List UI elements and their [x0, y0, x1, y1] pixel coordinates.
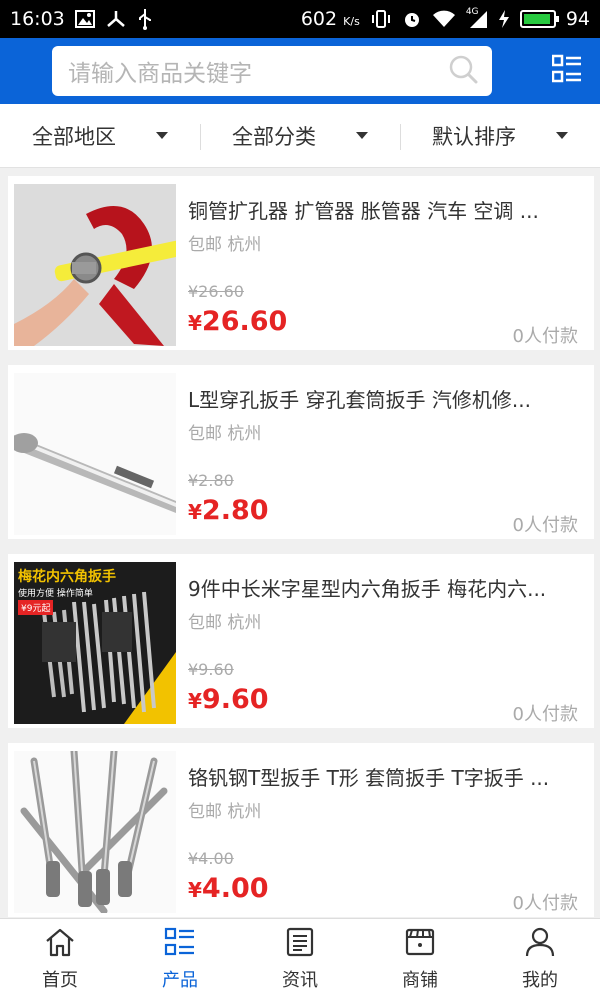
- filter-sort-label: 默认排序: [432, 124, 516, 149]
- product-old-price: ¥9.60: [188, 660, 234, 679]
- caret-down-icon: [156, 132, 168, 139]
- product-old-price: ¥2.80: [188, 471, 234, 490]
- network-speed-value: 602: [300, 8, 338, 30]
- product-old-price: ¥26.60: [188, 282, 244, 301]
- nav-news-label: 资讯: [282, 970, 318, 991]
- image-icon: [74, 10, 95, 28]
- caret-down-icon: [356, 132, 368, 139]
- product-price: ¥26.60: [188, 306, 287, 337]
- product-image: [14, 373, 176, 535]
- product-location: 包邮 杭州: [188, 802, 262, 822]
- product-price: ¥4.00: [188, 873, 269, 904]
- product-image: [14, 751, 176, 913]
- status-time: 16:03: [10, 8, 65, 30]
- vibrate-icon: [370, 9, 392, 29]
- filter-region-label: 全部地区: [32, 124, 116, 149]
- currency-symbol: ¥: [188, 311, 202, 335]
- product-price: ¥9.60: [188, 684, 269, 715]
- nav-products[interactable]: 产品: [120, 919, 240, 1000]
- nav-me[interactable]: 我的: [480, 919, 600, 1000]
- nav-home[interactable]: 首页: [0, 919, 120, 1000]
- header: 请输入商品关键字: [0, 38, 600, 104]
- usb-icon: [137, 8, 153, 30]
- product-sold-count: 0人付款: [512, 893, 578, 914]
- product-price-value: 9.60: [201, 684, 269, 715]
- currency-symbol: ¥: [188, 689, 202, 713]
- battery-percent: 94: [565, 8, 590, 30]
- image-subtitle: 使用方便 操作简单: [18, 589, 93, 599]
- search-input[interactable]: 请输入商品关键字: [52, 46, 492, 96]
- product-image: [14, 184, 176, 346]
- menu-button[interactable]: [550, 54, 584, 88]
- filter-bar: 全部地区 全部分类 默认排序: [0, 104, 600, 168]
- product-sold-count: 0人付款: [512, 326, 578, 347]
- search-placeholder: 请输入商品关键字: [68, 61, 252, 87]
- image-headline: 梅花内六角扳手: [18, 569, 116, 585]
- status-left: 16:03: [10, 8, 153, 30]
- product-title[interactable]: 铬钒钢T型扳手 T形 套筒扳手 T字扳手 ...: [188, 765, 578, 791]
- product-info: 9件中长米字星型内六角扳手 梅花内六... 包邮 杭州 ¥9.60 ¥9.60 …: [176, 562, 588, 725]
- nav-shop-label: 商铺: [402, 970, 438, 991]
- product-price: ¥2.80: [188, 495, 269, 526]
- product-sold-count: 0人付款: [512, 704, 578, 725]
- filter-sort[interactable]: 默认排序: [400, 104, 600, 167]
- nav-home-label: 首页: [42, 970, 78, 991]
- product-price-value: 4.00: [201, 873, 269, 904]
- nav-shop[interactable]: 商铺: [360, 919, 480, 1000]
- product-info: 铜管扩孔器 扩管器 胀管器 汽车 空调 ... 包邮 杭州 ¥26.60 ¥26…: [176, 184, 588, 347]
- product-old-price: ¥4.00: [188, 849, 234, 868]
- network-speed-unit: K/s: [343, 15, 360, 28]
- charging-icon: [498, 9, 510, 29]
- wifi-icon: [432, 10, 456, 28]
- caret-down-icon: [556, 132, 568, 139]
- product-image: 梅花内六角扳手 使用方便 操作简单 ¥9元起: [14, 562, 176, 724]
- product-card[interactable]: 铬钒钢T型扳手 T形 套筒扳手 T字扳手 ... 包邮 杭州 ¥4.00 ¥4.…: [8, 743, 594, 917]
- search-icon[interactable]: [448, 54, 478, 88]
- network-speed: 602 K/s: [301, 8, 360, 30]
- product-card[interactable]: 梅花内六角扳手 使用方便 操作简单 ¥9元起 9件中长米字星型内六角扳手 梅花内…: [8, 554, 594, 728]
- currency-symbol: ¥: [188, 878, 202, 902]
- product-price-value: 26.60: [201, 306, 288, 337]
- battery-icon: [519, 10, 559, 28]
- product-info: 铬钒钢T型扳手 T形 套筒扳手 T字扳手 ... 包邮 杭州 ¥4.00 ¥4.…: [176, 751, 588, 914]
- home-icon: [44, 927, 76, 962]
- product-price-value: 2.80: [201, 495, 269, 526]
- filter-category[interactable]: 全部分类: [200, 104, 400, 167]
- product-location: 包邮 杭州: [188, 235, 262, 255]
- alarm-icon: [402, 9, 422, 29]
- shop-icon: [404, 927, 436, 962]
- battery-level: [523, 14, 551, 24]
- share-icon: [105, 9, 127, 29]
- status-bar: 16:03 602 K/s 4G 94: [0, 0, 600, 38]
- product-location: 包邮 杭州: [188, 613, 262, 633]
- list-menu-icon: [551, 54, 582, 88]
- network-type: 4G: [465, 7, 479, 17]
- image-badge: ¥9元起: [18, 600, 54, 615]
- bottom-nav: 首页 产品 资讯 商铺 我的: [0, 918, 600, 1000]
- currency-symbol: ¥: [188, 500, 202, 524]
- signal-icon: 4G: [465, 7, 488, 29]
- nav-products-label: 产品: [162, 970, 198, 991]
- filter-region[interactable]: 全部地区: [0, 104, 200, 167]
- product-title[interactable]: L型穿孔扳手 穿孔套筒扳手 汽修机修...: [188, 387, 578, 413]
- product-location: 包邮 杭州: [188, 424, 262, 444]
- product-card[interactable]: 铜管扩孔器 扩管器 胀管器 汽车 空调 ... 包邮 杭州 ¥26.60 ¥26…: [8, 176, 594, 350]
- nav-me-label: 我的: [522, 970, 558, 991]
- product-list-icon: [164, 927, 196, 962]
- product-title[interactable]: 铜管扩孔器 扩管器 胀管器 汽车 空调 ...: [188, 198, 578, 224]
- nav-news[interactable]: 资讯: [240, 919, 360, 1000]
- product-sold-count: 0人付款: [512, 515, 578, 536]
- product-title[interactable]: 9件中长米字星型内六角扳手 梅花内六...: [188, 576, 578, 602]
- filter-category-label: 全部分类: [232, 124, 316, 149]
- product-info: L型穿孔扳手 穿孔套筒扳手 汽修机修... 包邮 杭州 ¥2.80 ¥2.80 …: [176, 373, 588, 536]
- news-icon: [284, 927, 316, 962]
- product-card[interactable]: L型穿孔扳手 穿孔套筒扳手 汽修机修... 包邮 杭州 ¥2.80 ¥2.80 …: [8, 365, 594, 539]
- status-right: 602 K/s 4G 94: [301, 7, 590, 30]
- user-icon: [524, 927, 556, 962]
